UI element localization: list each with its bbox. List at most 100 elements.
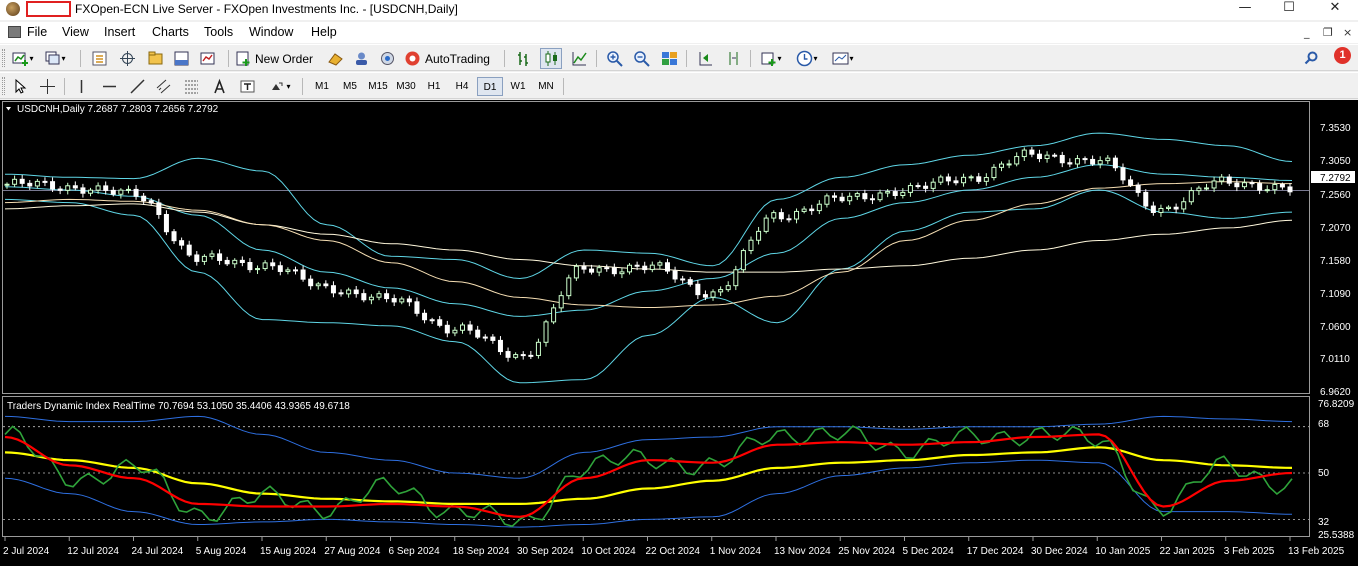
equidistant-channel-button[interactable] <box>152 76 174 97</box>
candle-body <box>1029 149 1035 155</box>
chart-shift-button[interactable] <box>722 48 744 69</box>
zoom-out-button[interactable] <box>630 48 652 69</box>
window-title: FXOpen-ECN Live Server - FXOpen Investme… <box>75 2 458 16</box>
market-watch-button[interactable] <box>88 48 110 69</box>
candle-body <box>991 166 997 179</box>
mdi-minimize-button[interactable]: _ <box>1304 26 1310 39</box>
timeframe-m30[interactable]: M30 <box>393 77 419 96</box>
menu-insert[interactable]: Insert <box>104 25 135 39</box>
strategy-tester-button[interactable] <box>196 48 218 69</box>
metaeditor-button[interactable] <box>324 48 346 69</box>
new-order-button[interactable]: New Order <box>235 48 317 69</box>
tile-windows-icon <box>661 52 677 65</box>
chart-canvas[interactable]: USDCNH,Daily 7.2687 7.2803 7.2656 7.2792… <box>0 100 1358 566</box>
candle-body <box>520 354 526 357</box>
periods-button[interactable]: ▾ <box>792 48 822 69</box>
bar-chart-button[interactable] <box>512 48 534 69</box>
timeframe-w1[interactable]: W1 <box>505 77 531 96</box>
menu-file[interactable]: File <box>27 25 47 39</box>
new-chart-button[interactable]: ▾ <box>8 48 38 69</box>
candle-body <box>1196 187 1202 192</box>
market-watch-icon <box>92 51 106 66</box>
chart-window[interactable]: USDCNH,Daily 7.2687 7.2803 7.2656 7.2792… <box>0 100 1358 566</box>
cursor-button[interactable] <box>8 76 30 97</box>
menu-window[interactable]: Window <box>249 25 293 39</box>
timeframe-h4[interactable]: H4 <box>449 77 475 96</box>
x-axis-label: 22 Oct 2024 <box>646 546 701 557</box>
menu-view[interactable]: View <box>62 25 89 39</box>
close-button[interactable]: ✕ <box>1312 0 1358 20</box>
toolbar-grip[interactable] <box>2 49 5 67</box>
timeframe-m5[interactable]: M5 <box>337 77 363 96</box>
crosshair-icon <box>39 79 55 94</box>
vertical-line-button[interactable] <box>70 76 92 97</box>
candlestick-chart-button[interactable] <box>540 48 562 69</box>
clock-icon <box>797 50 813 67</box>
data-window-button[interactable] <box>116 48 138 69</box>
zoom-in-icon <box>606 51 623 67</box>
candle-body <box>346 289 352 295</box>
candle-body <box>95 185 101 191</box>
maximize-button[interactable]: ☐ <box>1266 0 1312 20</box>
horizontal-line-button[interactable] <box>98 76 120 97</box>
indicator-tick: 32 <box>1318 517 1330 528</box>
templates-button[interactable]: ▾ <box>828 48 858 69</box>
timeframe-d1[interactable]: D1 <box>477 77 503 96</box>
text-label-button[interactable] <box>236 76 258 97</box>
candle-body <box>330 285 336 294</box>
menu-tools[interactable]: Tools <box>204 25 233 39</box>
mdi-restore-button[interactable]: ❐ <box>1323 26 1333 39</box>
search-button[interactable] <box>1302 48 1320 69</box>
menu-charts[interactable]: Charts <box>152 25 189 39</box>
text-tool-button[interactable] <box>208 76 230 97</box>
navigator-button[interactable] <box>144 48 166 69</box>
timeframe-m1[interactable]: M1 <box>309 77 335 96</box>
market-button[interactable] <box>376 48 398 69</box>
candle-body <box>566 277 572 297</box>
indicator-tick: 68 <box>1318 419 1330 430</box>
candle-body <box>733 269 739 287</box>
x-axis-label: 13 Nov 2024 <box>774 546 831 557</box>
indicators-icon <box>761 52 776 66</box>
candle-body <box>490 336 496 341</box>
signals-button[interactable] <box>350 48 372 69</box>
x-axis-label: 10 Jan 2025 <box>1095 546 1150 557</box>
crosshair-button[interactable] <box>36 76 58 97</box>
candle-body <box>961 176 967 184</box>
zoom-in-button[interactable] <box>603 48 625 69</box>
overlay-line-bollinger-lower <box>4 189 1293 384</box>
notification-badge[interactable]: 1 <box>1334 47 1351 64</box>
candle-body <box>209 253 215 257</box>
candle-body <box>619 271 625 275</box>
menu-help[interactable]: Help <box>311 25 337 39</box>
candle-body <box>452 329 458 334</box>
price-tick: 7.2070 <box>1320 223 1351 234</box>
candle-body <box>528 354 534 357</box>
candle-body <box>968 176 974 179</box>
profiles-button[interactable]: ▾ <box>40 48 70 69</box>
candle-body <box>12 178 18 185</box>
arrows-button[interactable]: ▾ <box>264 76 296 97</box>
timeframe-m15[interactable]: M15 <box>365 77 391 96</box>
line-chart-button[interactable] <box>568 48 590 69</box>
chart-window-icon[interactable] <box>8 26 21 38</box>
tdi-line-market-base <box>4 446 1293 505</box>
indicators-button[interactable]: ▾ <box>756 48 786 69</box>
price-tick: 7.3050 <box>1320 156 1351 167</box>
fibonacci-button[interactable] <box>180 76 202 97</box>
tile-windows-button[interactable] <box>658 48 680 69</box>
x-axis-label: 3 Feb 2025 <box>1224 546 1275 557</box>
candle-body <box>156 202 162 215</box>
candle-body <box>300 269 306 280</box>
timeframe-mn[interactable]: MN <box>533 77 559 96</box>
toolbar-grip[interactable] <box>2 77 5 95</box>
candle-body <box>1166 206 1172 209</box>
terminal-button[interactable] <box>170 48 192 69</box>
auto-scroll-button[interactable] <box>694 48 716 69</box>
auto-trading-button[interactable]: AutoTrading <box>404 48 498 69</box>
minimize-button[interactable]: — <box>1222 0 1268 20</box>
mdi-close-button[interactable]: × <box>1343 26 1352 39</box>
timeframe-h1[interactable]: H1 <box>421 77 447 96</box>
trendline-button[interactable] <box>126 76 148 97</box>
candle-body <box>718 289 724 293</box>
